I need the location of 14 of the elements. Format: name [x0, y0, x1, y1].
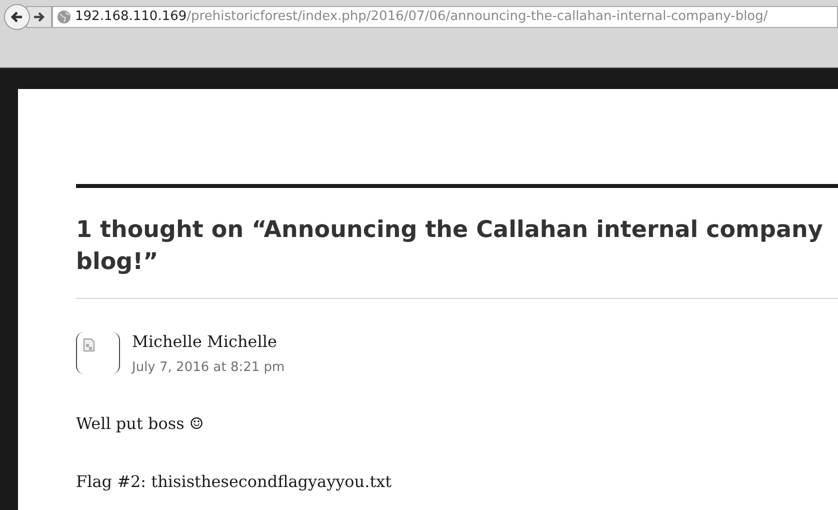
broken-image-icon [83, 338, 95, 352]
address-bar[interactable]: 192.168.110.169/prehistoricforest/index.php/2016/07/06/announcing-the-callahan-internal-company-blog/ [52, 6, 838, 28]
url-host: 192.168.110.169 [75, 8, 187, 26]
back-button[interactable] [4, 4, 30, 30]
back-arrow-icon [10, 10, 24, 24]
comments-title: 1 thought on “Announcing the Callahan internal company blog!” [76, 216, 824, 277]
globe-icon [57, 10, 71, 24]
comment-date: July 7, 2016 at 8:21 pm [132, 359, 285, 377]
forward-arrow-icon [33, 11, 45, 23]
comment-author: Michelle Michelle [132, 331, 278, 353]
comment-text: Well put boss ☺ [76, 412, 205, 434]
forward-button[interactable] [26, 6, 52, 28]
comment-text: Flag #2: thisisthesecondflagyayyou.txt [76, 470, 393, 492]
url-path: /prehistoricforest/index.php/2016/07/06/announcing-the-callahan-internal-company-blog/ [186, 8, 768, 26]
